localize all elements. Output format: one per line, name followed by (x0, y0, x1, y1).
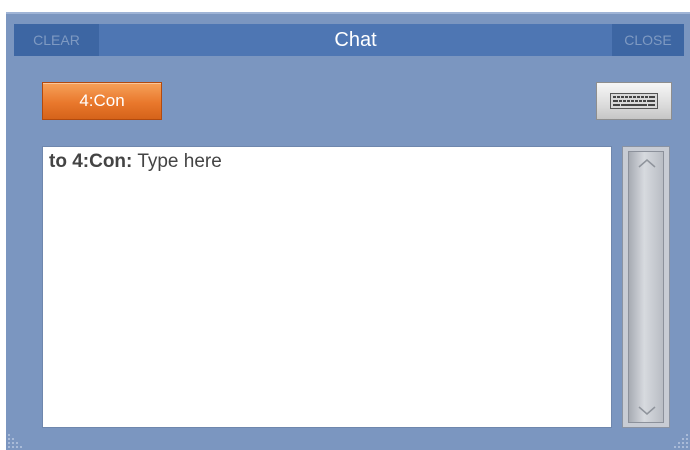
resize-grip-right-icon[interactable] (664, 424, 690, 450)
close-button[interactable]: CLOSE (612, 24, 684, 56)
message-input[interactable]: to 4:Con: Type here (42, 146, 612, 428)
scroll-thumb[interactable] (628, 151, 664, 423)
window-title: Chat (334, 29, 377, 51)
message-placeholder: Type here (137, 151, 222, 172)
title-bar: CLEAR Chat CLOSE (14, 24, 684, 56)
message-scrollbar[interactable] (622, 146, 670, 428)
resize-grip-left-icon[interactable] (6, 424, 32, 450)
scroll-up-icon[interactable] (638, 158, 656, 168)
keyboard-icon (610, 93, 658, 109)
scroll-down-icon[interactable] (638, 406, 656, 416)
clear-button[interactable]: CLEAR (14, 24, 99, 56)
chat-window: CLEAR Chat CLOSE 4:Con to 4:Con: Type he… (6, 12, 690, 450)
recipient-prefix: to 4:Con: (49, 151, 133, 172)
recipient-button[interactable]: 4:Con (42, 82, 162, 120)
keyboard-button[interactable] (596, 82, 672, 120)
